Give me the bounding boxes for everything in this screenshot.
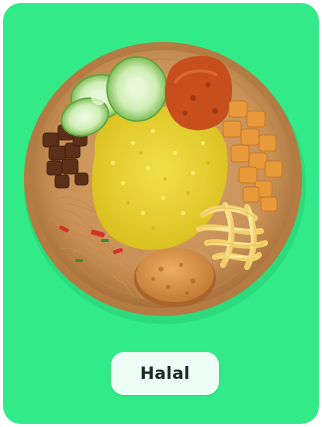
halal-category-card[interactable]: Halal [3,3,319,424]
halal-badge-label: Halal [140,363,190,384]
food-plate-image [24,42,306,324]
halal-badge[interactable]: Halal [111,352,219,395]
